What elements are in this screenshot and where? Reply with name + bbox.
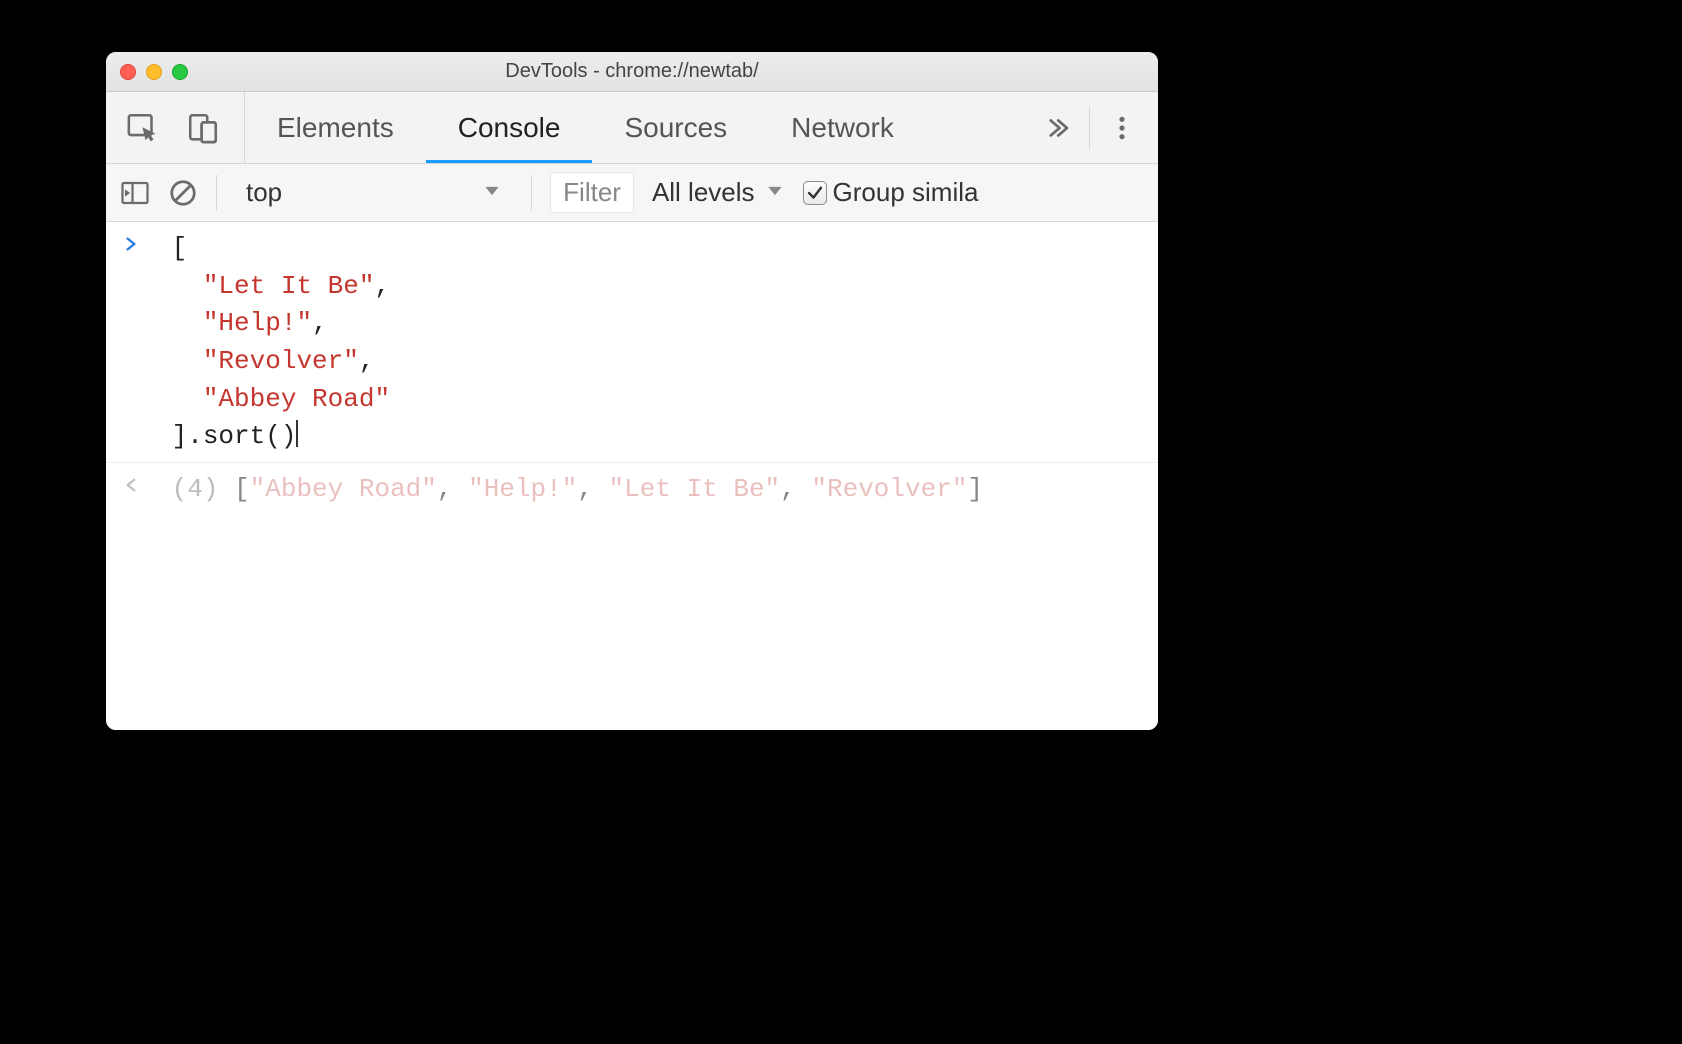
settings-menu-icon[interactable] (1098, 104, 1146, 152)
text-cursor (296, 420, 298, 447)
clear-console-icon[interactable] (168, 178, 198, 208)
tab-label: Network (791, 112, 894, 144)
console-preview-code: (4) ["Abbey Road", "Help!", "Let It Be",… (172, 471, 983, 509)
show-console-sidebar-icon[interactable] (120, 178, 150, 208)
checkbox-icon (803, 181, 827, 205)
levels-label: All levels (652, 177, 755, 208)
tab-label: Elements (277, 112, 394, 144)
console-input-entry[interactable]: [ "Let It Be", "Help!", "Revolver", "Abb… (106, 222, 1158, 462)
separator (216, 175, 217, 211)
separator (531, 175, 532, 211)
output-indicator-icon (106, 471, 156, 495)
group-similar-checkbox[interactable]: Group simila (803, 177, 979, 208)
chevron-down-icon (482, 177, 502, 208)
separator (1089, 107, 1090, 149)
filter-input[interactable]: Filter (550, 172, 634, 213)
window-controls (106, 64, 188, 80)
console-eager-eval-entry: (4) ["Abbey Road", "Help!", "Let It Be",… (106, 463, 1158, 515)
execution-context-select[interactable]: top (235, 174, 513, 211)
filter-placeholder: Filter (563, 177, 621, 207)
titlebar: DevTools - chrome://newtab/ (106, 52, 1158, 92)
context-select-value: top (246, 177, 282, 208)
console-input-code: [ "Let It Be", "Help!", "Revolver", "Abb… (172, 230, 390, 456)
input-prompt-icon (106, 230, 156, 254)
chevron-down-icon (765, 177, 785, 208)
tab-label: Sources (624, 112, 727, 144)
tab-console[interactable]: Console (426, 92, 593, 163)
devtools-window: { "window": { "title": "DevTools - chrom… (106, 52, 1158, 730)
more-tabs-icon[interactable] (1033, 104, 1081, 152)
console-output: [ "Let It Be", "Help!", "Revolver", "Abb… (106, 222, 1158, 730)
window-title: DevTools - chrome://newtab/ (106, 60, 1158, 83)
devtools-tabstrip: Elements Console Sources Network (106, 92, 1158, 164)
tab-network[interactable]: Network (759, 92, 926, 163)
group-similar-label: Group simila (833, 177, 979, 208)
minimize-window-button[interactable] (146, 64, 162, 80)
console-toolbar: top Filter All levels Group simila (106, 164, 1158, 222)
tab-label: Console (458, 112, 561, 144)
zoom-window-button[interactable] (172, 64, 188, 80)
log-levels-select[interactable]: All levels (652, 177, 785, 208)
device-toolbar-icon[interactable] (186, 111, 220, 145)
tab-elements[interactable]: Elements (245, 92, 426, 163)
tab-sources[interactable]: Sources (592, 92, 759, 163)
close-window-button[interactable] (120, 64, 136, 80)
inspect-element-icon[interactable] (126, 111, 160, 145)
